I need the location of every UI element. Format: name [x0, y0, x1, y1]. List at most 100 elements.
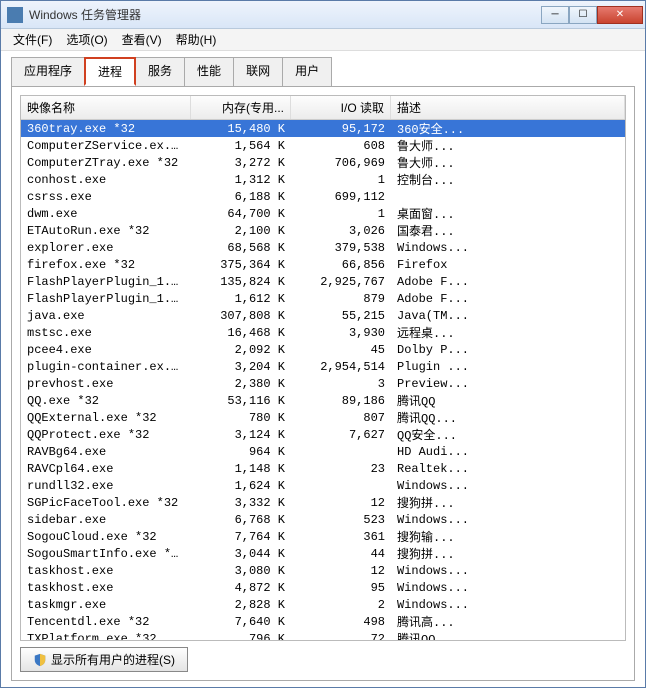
- process-list[interactable]: 映像名称 内存(专用... I/O 读取 描述 360tray.exe *321…: [20, 95, 626, 641]
- cell-memory: 796 K: [191, 632, 291, 642]
- col-header-memory[interactable]: 内存(专用...: [191, 96, 291, 119]
- cell-io: 2: [291, 598, 391, 612]
- menu-view[interactable]: 查看(V): [116, 29, 168, 50]
- minimize-button[interactable]: ─: [541, 6, 569, 24]
- cell-io: 1: [291, 207, 391, 221]
- cell-io: 55,215: [291, 309, 391, 323]
- cell-io: 95: [291, 581, 391, 595]
- cell-desc: 搜狗输...: [391, 528, 625, 545]
- table-row[interactable]: QQExternal.exe *32780 K807腾讯QQ...: [21, 409, 625, 426]
- tab-applications[interactable]: 应用程序: [11, 57, 85, 86]
- table-row[interactable]: csrss.exe6,188 K699,112: [21, 188, 625, 205]
- cell-memory: 964 K: [191, 445, 291, 459]
- close-button[interactable]: ✕: [597, 6, 643, 24]
- cell-io: 2,925,767: [291, 275, 391, 289]
- table-row[interactable]: Tencentdl.exe *327,640 K498腾讯高...: [21, 613, 625, 630]
- cell-name: QQ.exe *32: [21, 394, 191, 408]
- cell-desc: 鲁大师...: [391, 154, 625, 171]
- cell-memory: 1,624 K: [191, 479, 291, 493]
- table-row[interactable]: taskmgr.exe2,828 K2Windows...: [21, 596, 625, 613]
- table-row[interactable]: firefox.exe *32375,364 K66,856Firefox: [21, 256, 625, 273]
- cell-memory: 3,080 K: [191, 564, 291, 578]
- cell-desc: Adobe F...: [391, 275, 625, 289]
- table-row[interactable]: ComputerZTray.exe *323,272 K706,969鲁大师..…: [21, 154, 625, 171]
- col-header-io[interactable]: I/O 读取: [291, 96, 391, 119]
- cell-desc: Firefox: [391, 258, 625, 272]
- cell-io: 45: [291, 343, 391, 357]
- cell-io: 7,627: [291, 428, 391, 442]
- tab-networking[interactable]: 联网: [233, 57, 283, 86]
- cell-desc: 腾讯QQ: [391, 392, 625, 409]
- table-row[interactable]: SogouSmartInfo.exe *323,044 K44搜狗拼...: [21, 545, 625, 562]
- table-row[interactable]: java.exe307,808 K55,215Java(TM...: [21, 307, 625, 324]
- table-row[interactable]: rundll32.exe1,624 KWindows...: [21, 477, 625, 494]
- table-row[interactable]: conhost.exe1,312 K1控制台...: [21, 171, 625, 188]
- cell-desc: 国泰君...: [391, 222, 625, 239]
- cell-memory: 2,100 K: [191, 224, 291, 238]
- table-row[interactable]: FlashPlayerPlugin_1...135,824 K2,925,767…: [21, 273, 625, 290]
- show-all-users-button[interactable]: 显示所有用户的进程(S): [20, 647, 188, 672]
- table-row[interactable]: pcee4.exe2,092 K45Dolby P...: [21, 341, 625, 358]
- tab-processes[interactable]: 进程: [84, 57, 136, 86]
- table-row[interactable]: RAVCpl64.exe1,148 K23Realtek...: [21, 460, 625, 477]
- table-row[interactable]: mstsc.exe16,468 K3,930远程桌...: [21, 324, 625, 341]
- cell-io: 523: [291, 513, 391, 527]
- cell-name: ComputerZTray.exe *32: [21, 156, 191, 170]
- app-icon: [7, 7, 23, 23]
- cell-memory: 3,272 K: [191, 156, 291, 170]
- table-row[interactable]: plugin-container.ex...3,204 K2,954,514Pl…: [21, 358, 625, 375]
- cell-io: 72: [291, 632, 391, 642]
- table-row[interactable]: prevhost.exe2,380 K3Preview...: [21, 375, 625, 392]
- table-row[interactable]: dwm.exe64,700 K1桌面窗...: [21, 205, 625, 222]
- table-row[interactable]: SogouCloud.exe *327,764 K361搜狗输...: [21, 528, 625, 545]
- tab-services[interactable]: 服务: [135, 57, 185, 86]
- cell-desc: 桌面窗...: [391, 205, 625, 222]
- cell-memory: 68,568 K: [191, 241, 291, 255]
- table-row[interactable]: ComputerZService.ex...1,564 K608鲁大师...: [21, 137, 625, 154]
- cell-desc: 远程桌...: [391, 324, 625, 341]
- titlebar[interactable]: Windows 任务管理器 ─ ☐ ✕: [1, 1, 645, 29]
- col-header-desc[interactable]: 描述: [391, 96, 625, 119]
- cell-io: 807: [291, 411, 391, 425]
- tab-strip: 应用程序 进程 服务 性能 联网 用户: [11, 57, 635, 86]
- table-row[interactable]: QQProtect.exe *323,124 K7,627QQ安全...: [21, 426, 625, 443]
- table-row[interactable]: sidebar.exe6,768 K523Windows...: [21, 511, 625, 528]
- tab-performance[interactable]: 性能: [184, 57, 234, 86]
- table-row[interactable]: taskhost.exe4,872 K95Windows...: [21, 579, 625, 596]
- maximize-button[interactable]: ☐: [569, 6, 597, 24]
- cell-memory: 15,480 K: [191, 122, 291, 136]
- cell-io: 66,856: [291, 258, 391, 272]
- menu-file[interactable]: 文件(F): [7, 29, 58, 50]
- cell-io: 23: [291, 462, 391, 476]
- cell-name: dwm.exe: [21, 207, 191, 221]
- cell-desc: Realtek...: [391, 462, 625, 476]
- table-row[interactable]: ETAutoRun.exe *322,100 K3,026国泰君...: [21, 222, 625, 239]
- table-row[interactable]: taskhost.exe3,080 K12Windows...: [21, 562, 625, 579]
- table-row[interactable]: TXPlatform.exe *32796 K72腾讯QQ...: [21, 630, 625, 641]
- cell-desc: Windows...: [391, 241, 625, 255]
- table-row[interactable]: 360tray.exe *3215,480 K95,172360安全...: [21, 120, 625, 137]
- cell-desc: Windows...: [391, 513, 625, 527]
- cell-name: FlashPlayerPlugin_1...: [21, 292, 191, 306]
- cell-desc: Windows...: [391, 598, 625, 612]
- tab-content: 映像名称 内存(专用... I/O 读取 描述 360tray.exe *321…: [11, 86, 635, 681]
- task-manager-window: Windows 任务管理器 ─ ☐ ✕ 文件(F) 选项(O) 查看(V) 帮助…: [0, 0, 646, 688]
- col-header-name[interactable]: 映像名称: [21, 96, 191, 119]
- cell-desc: 腾讯高...: [391, 613, 625, 630]
- table-row[interactable]: SGPicFaceTool.exe *323,332 K12搜狗拼...: [21, 494, 625, 511]
- cell-name: firefox.exe *32: [21, 258, 191, 272]
- table-row[interactable]: QQ.exe *3253,116 K89,186腾讯QQ: [21, 392, 625, 409]
- menu-help[interactable]: 帮助(H): [170, 29, 223, 50]
- cell-memory: 3,044 K: [191, 547, 291, 561]
- menu-options[interactable]: 选项(O): [60, 29, 113, 50]
- tab-users[interactable]: 用户: [282, 57, 332, 86]
- table-row[interactable]: FlashPlayerPlugin_1...1,612 K879Adobe F.…: [21, 290, 625, 307]
- cell-name: SogouCloud.exe *32: [21, 530, 191, 544]
- footer: 显示所有用户的进程(S): [20, 647, 626, 672]
- table-row[interactable]: RAVBg64.exe964 KHD Audi...: [21, 443, 625, 460]
- cell-io: 95,172: [291, 122, 391, 136]
- cell-name: pcee4.exe: [21, 343, 191, 357]
- table-row[interactable]: explorer.exe68,568 K379,538Windows...: [21, 239, 625, 256]
- cell-name: RAVBg64.exe: [21, 445, 191, 459]
- cell-desc: Adobe F...: [391, 292, 625, 306]
